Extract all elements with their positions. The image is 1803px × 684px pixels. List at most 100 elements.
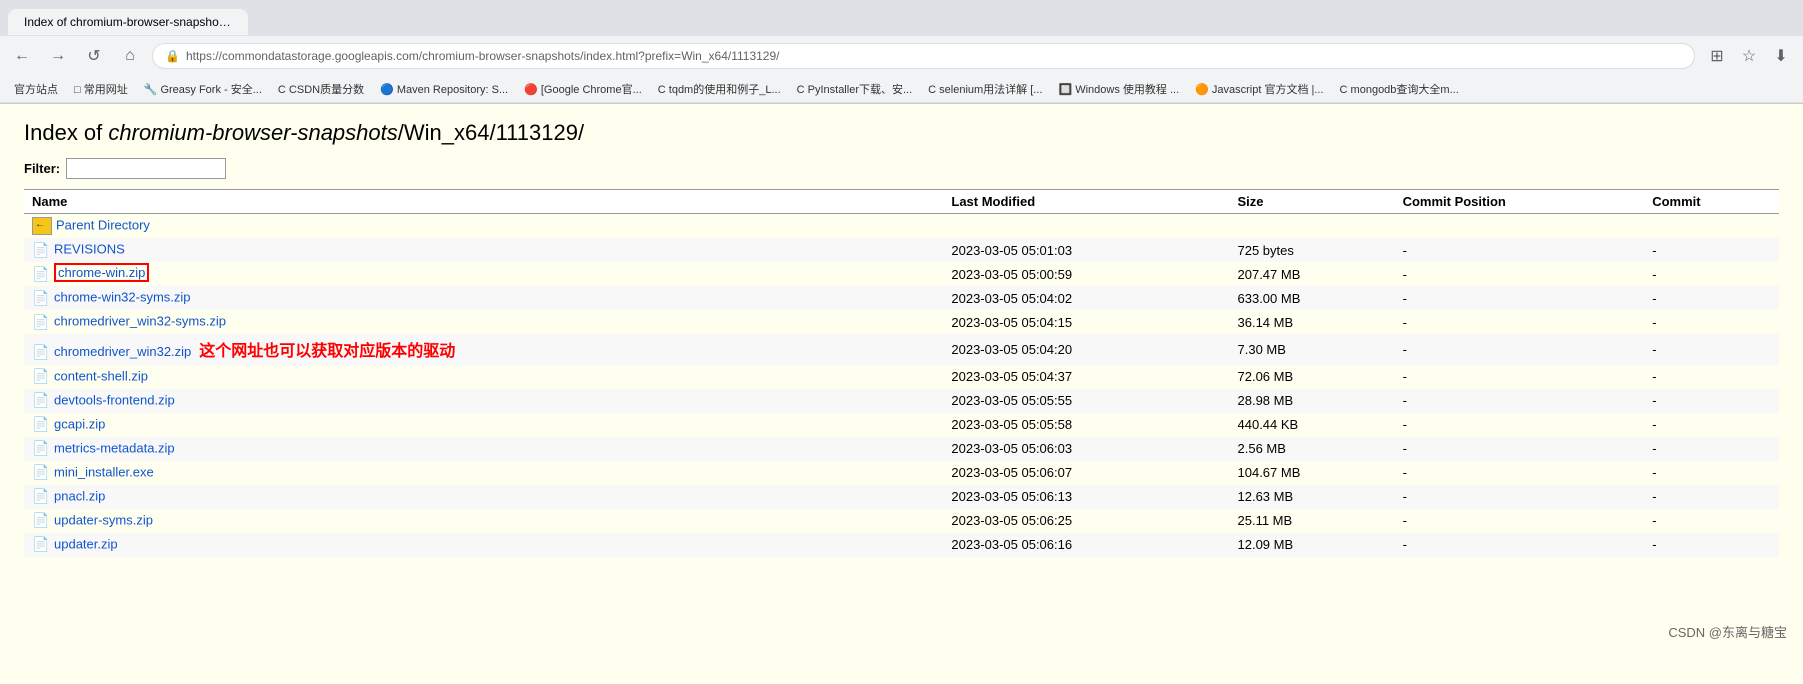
parent-dir-icon [32,217,52,235]
file-commit: - [1644,238,1779,262]
file-icon: 📄 [32,440,50,458]
file-modified: 2023-03-05 05:04:15 [943,310,1229,334]
filter-input[interactable] [66,158,226,179]
bookmark-changyong[interactable]: □ 常用网址 [68,79,134,99]
file-modified [943,214,1229,239]
bookmark-selenium[interactable]: C selenium用法详解 [... [922,79,1048,99]
col-commit-pos: Commit Position [1395,190,1645,214]
bookmark-maven[interactable]: 🔵 Maven Repository: S... [374,81,514,98]
filter-label: Filter: [24,161,60,176]
file-commit: - [1644,413,1779,437]
file-size: 12.63 MB [1230,485,1395,509]
active-tab[interactable]: Index of chromium-browser-snapshots/Win_… [8,9,248,35]
file-name-cell: 📄devtools-frontend.zip [24,389,943,413]
table-row: 📄 metrics-metadata.zip 2023-03-05 05:06:03… [24,437,1779,461]
file-icon: 📄 [32,265,50,283]
file-commit-position: - [1395,413,1645,437]
file-commit-position: - [1395,310,1645,334]
extensions-button[interactable]: ⊞ [1703,42,1731,70]
file-commit-position: - [1395,461,1645,485]
forward-button[interactable]: → [44,42,72,70]
file-size: 28.98 MB [1230,389,1395,413]
file-name-cell: 📄 pnacl.zip [24,485,943,509]
file-modified: 2023-03-05 05:06:25 [943,509,1229,533]
file-commit: - [1644,509,1779,533]
table-row: 📄updater.zip2023-03-05 05:06:1612.09 MB-… [24,533,1779,557]
file-commit: - [1644,533,1779,557]
file-name-cell: 📄 mini_installer.exe [24,461,943,485]
download-button[interactable]: ⬇ [1767,42,1795,70]
file-link[interactable]: updater.zip [54,536,118,551]
col-size: Size [1230,190,1395,214]
file-size: 633.00 MB [1230,286,1395,310]
file-name-cell: 📄updater.zip [24,533,943,557]
bookmark-tqdm[interactable]: C tqdm的使用和例子_L... [652,79,787,99]
file-link[interactable]: devtools-frontend.zip [54,392,175,407]
file-commit-position: - [1395,389,1645,413]
file-modified: 2023-03-05 05:06:03 [943,437,1229,461]
file-link[interactable]: chrome-win.zip [54,263,149,282]
bookmark-javascript[interactable]: 🟠 Javascript 官方文档 |... [1189,79,1329,99]
file-modified: 2023-03-05 05:05:58 [943,413,1229,437]
file-commit-position: - [1395,286,1645,310]
file-size: 440.44 KB [1230,413,1395,437]
file-size: 725 bytes [1230,238,1395,262]
file-modified: 2023-03-05 05:05:55 [943,389,1229,413]
file-icon: 📄 [32,368,50,386]
file-commit-position: - [1395,262,1645,286]
nav-bar: ← → ↺ ⌂ 🔒 https://commondatastorage.goog… [0,36,1803,76]
file-commit: - [1644,334,1779,365]
file-icon: 📄 [32,512,50,530]
file-commit: - [1644,485,1779,509]
file-link[interactable]: Parent Directory [56,217,150,232]
file-size: 104.67 MB [1230,461,1395,485]
file-icon: 📄 [32,289,50,307]
file-icon: 📄 [32,416,50,434]
filter-row: Filter: [24,158,1779,179]
file-icon: 📄 [32,464,50,482]
file-icon: 📄 [32,241,50,259]
file-modified: 2023-03-05 05:00:59 [943,262,1229,286]
lock-icon: 🔒 [165,49,180,63]
bookmark-greasy[interactable]: 🔧 Greasy Fork - 安全... [138,79,268,99]
file-link[interactable]: metrics-metadata.zip [54,440,175,455]
file-size [1230,214,1395,239]
file-name-cell: 📄 REVISIONS [24,238,943,262]
file-link[interactable]: chromedriver_win32-syms.zip [54,313,226,328]
address-bar[interactable]: 🔒 https://commondatastorage.googleapis.c… [152,43,1695,69]
file-list: Parent Directory 📄 REVISIONS 2023-03-05 05:… [24,214,1779,557]
file-link[interactable]: chrome-win32-syms.zip [54,289,191,304]
file-link[interactable]: updater-syms.zip [54,512,153,527]
bookmark-button[interactable]: ☆ [1735,42,1763,70]
file-link[interactable]: gcapi.zip [54,416,105,431]
file-link[interactable]: chromedriver_win32.zip [54,344,191,359]
table-row: 📄devtools-frontend.zip2023-03-05 05:05:5… [24,389,1779,413]
bookmark-pyinstaller[interactable]: C PyInstaller下载、安... [791,79,919,99]
file-commit: - [1644,286,1779,310]
file-commit-position: - [1395,334,1645,365]
file-link[interactable]: content-shell.zip [54,368,148,383]
file-table: Name Last Modified Size Commit Position … [24,189,1779,557]
file-name-cell: 📄chrome-win.zip [24,262,943,286]
file-name-cell: 📄chromedriver_win32.zip这个网址也可以获取对应版本的驱动 [24,334,943,365]
bookmark-chrome[interactable]: 🔴 [Google Chrome官... [518,79,648,99]
back-button[interactable]: ← [8,42,36,70]
file-commit-position: - [1395,485,1645,509]
bookmark-windows[interactable]: 🔲 Windows 使用教程 ... [1052,79,1185,99]
home-button[interactable]: ⌂ [116,42,144,70]
bookmark-mongodb[interactable]: C mongodb查询大全m... [1334,79,1465,99]
bookmark-csdn[interactable]: C CSDN质量分数 [272,79,370,99]
file-link[interactable]: REVISIONS [54,241,125,256]
file-commit: - [1644,365,1779,389]
table-row: 📄chromedriver_win32-syms.zip2023-03-05 0… [24,310,1779,334]
file-link[interactable]: mini_installer.exe [54,464,154,479]
file-icon: 📄 [32,488,50,506]
reload-button[interactable]: ↺ [80,42,108,70]
file-link[interactable]: pnacl.zip [54,488,105,503]
bookmark-guanfang[interactable]: 官方站点 [8,79,64,99]
file-name-cell: 📄 metrics-metadata.zip [24,437,943,461]
file-modified: 2023-03-05 05:04:37 [943,365,1229,389]
table-row: 📄chromedriver_win32.zip这个网址也可以获取对应版本的驱动2… [24,334,1779,365]
file-size: 25.11 MB [1230,509,1395,533]
file-annotation: 这个网址也可以获取对应版本的驱动 [199,343,455,360]
